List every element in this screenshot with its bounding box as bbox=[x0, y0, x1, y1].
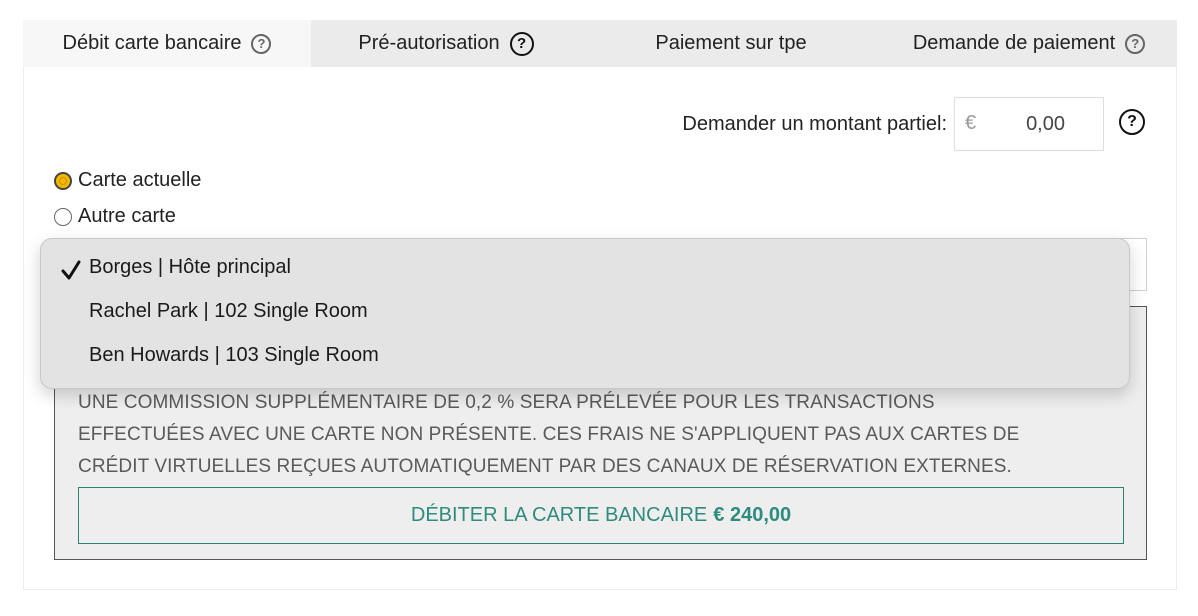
tab-payment-request[interactable]: Demande de paiement ? bbox=[881, 20, 1177, 67]
dropdown-option[interactable]: Borges | Hôte principal bbox=[89, 256, 291, 279]
tab-debit-card[interactable]: Débit carte bancaire ? bbox=[23, 20, 311, 67]
notice-line: UNE COMMISSION SUPPLÉMENTAIRE DE 0,2 % S… bbox=[78, 392, 935, 413]
question-circle-icon[interactable]: ? bbox=[251, 33, 272, 54]
question-circle-icon[interactable]: ? bbox=[1119, 109, 1145, 135]
radio-button-checked[interactable] bbox=[54, 171, 72, 190]
question-circle-icon[interactable]: ? bbox=[1125, 33, 1146, 54]
payment-tabs: Débit carte bancaire ? Pré-autorisation … bbox=[23, 20, 1177, 67]
charge-button-label: DÉBITER LA CARTE BANCAIRE bbox=[410, 504, 708, 526]
tab-label: Demande de paiement bbox=[912, 32, 1116, 54]
charge-button-amount: € 240,00 bbox=[713, 504, 792, 526]
tab-terminal-payment[interactable]: Paiement sur tpe bbox=[581, 20, 881, 67]
partial-amount-input[interactable]: € 0,00 bbox=[954, 97, 1104, 151]
charge-card-button[interactable]: DÉBITER LA CARTE BANCAIRE € 240,00 bbox=[78, 487, 1124, 544]
tab-pre-authorization[interactable]: Pré-autorisation ? bbox=[311, 20, 581, 67]
guest-dropdown-menu: Borges | Hôte principal Rachel Park | 10… bbox=[40, 238, 1130, 389]
radio-current-card[interactable]: Carte actuelle bbox=[54, 169, 201, 192]
question-circle-icon[interactable]: ? bbox=[509, 31, 534, 56]
dropdown-option[interactable]: Rachel Park | 102 Single Room bbox=[89, 300, 368, 323]
notice-line: EFFECTUÉES AVEC UNE CARTE NON PRÉSENTE. … bbox=[78, 424, 1020, 445]
tab-label: Pré-autorisation bbox=[358, 32, 500, 54]
checkmark-icon bbox=[61, 260, 81, 280]
partial-amount-label: Demander un montant partiel: bbox=[682, 113, 947, 135]
notice-line: CRÉDIT VIRTUELLES REÇUES AUTOMATIQUEMENT… bbox=[78, 456, 1012, 477]
currency-symbol: € bbox=[965, 112, 977, 134]
radio-label: Autre carte bbox=[78, 205, 176, 227]
radio-button[interactable] bbox=[54, 207, 72, 226]
tab-label: Débit carte bancaire bbox=[62, 32, 242, 54]
tab-label: Paiement sur tpe bbox=[655, 32, 807, 54]
commission-notice: UNE COMMISSION SUPPLÉMENTAIRE DE 0,2 % S… bbox=[78, 387, 1138, 483]
partial-amount-value: 0,00 bbox=[1026, 113, 1065, 135]
radio-label: Carte actuelle bbox=[78, 169, 202, 191]
dropdown-option[interactable]: Ben Howards | 103 Single Room bbox=[89, 344, 379, 367]
radio-other-card[interactable]: Autre carte bbox=[54, 205, 176, 228]
